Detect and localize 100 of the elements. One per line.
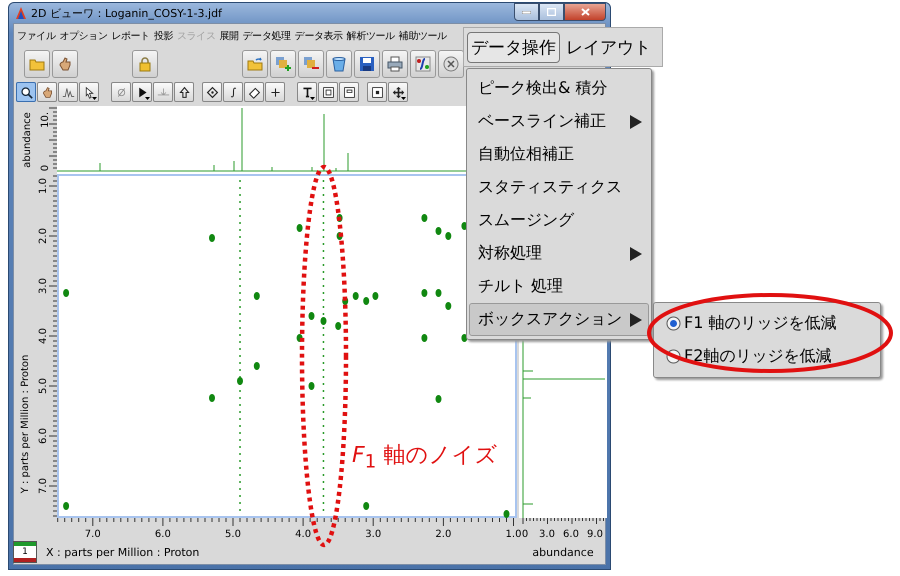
tool-button[interactable] bbox=[174, 82, 194, 102]
toolbar-button[interactable] bbox=[410, 50, 436, 78]
y-axis-label: abundance bbox=[22, 112, 33, 168]
tick-label: 5.0 bbox=[225, 529, 241, 540]
hand-icon bbox=[40, 86, 54, 98]
tick-label: 3.0 bbox=[365, 529, 382, 540]
tool-button[interactable] bbox=[367, 82, 387, 102]
tick-label: 4.0 bbox=[38, 328, 49, 344]
tool-button[interactable] bbox=[265, 82, 285, 102]
peak-icon bbox=[62, 86, 74, 98]
tick-label: 2.0 bbox=[435, 529, 452, 540]
tool-button[interactable] bbox=[132, 82, 152, 102]
folder-arrow-icon bbox=[247, 56, 263, 72]
script-icon bbox=[415, 56, 431, 72]
tick-label: 2.0 bbox=[38, 228, 49, 244]
eraser-icon bbox=[248, 86, 260, 98]
tick-label: 10. bbox=[40, 112, 51, 128]
save-icon bbox=[359, 56, 375, 72]
window-title: 2D ビューワ：Loganin_COSY-1-3.jdf bbox=[31, 6, 222, 20]
tick-label: 0 bbox=[522, 529, 528, 540]
tool-button[interactable] bbox=[58, 82, 78, 102]
toolbar-button[interactable] bbox=[382, 50, 408, 78]
y-axis-label: Y : parts per Million : Proton bbox=[20, 354, 31, 494]
zoom-icon bbox=[20, 86, 32, 98]
menu-item[interactable]: レポート bbox=[111, 29, 150, 43]
bucket-icon bbox=[331, 56, 347, 72]
move-icon bbox=[392, 86, 404, 98]
tool-button[interactable] bbox=[388, 82, 408, 102]
menu-item[interactable]: データ操作 bbox=[467, 32, 560, 62]
close-button[interactable] bbox=[564, 3, 606, 21]
radio-menu-item[interactable]: F1 軸のリッジを低減 bbox=[658, 307, 876, 340]
lock-icon bbox=[137, 56, 153, 72]
tick-label: 3.0 bbox=[539, 529, 555, 540]
caret-icon bbox=[92, 97, 97, 100]
menu-item[interactable]: 解析ツール bbox=[346, 29, 395, 43]
toolbar-button[interactable] bbox=[438, 50, 464, 78]
plus-icon bbox=[268, 86, 282, 98]
tick-label: 7.0 bbox=[38, 478, 49, 494]
tool-button[interactable] bbox=[244, 82, 264, 102]
menu-item[interactable]: 補助ツール bbox=[398, 29, 447, 43]
menu-item[interactable]: 自動位相補正 bbox=[469, 138, 649, 171]
annotation-text: F$_{1}$ 軸のノイズ bbox=[352, 442, 498, 472]
tool-button[interactable] bbox=[339, 82, 359, 102]
tick-label: 9.0 bbox=[587, 529, 603, 540]
layers-minus-icon bbox=[303, 56, 319, 72]
x-axis-label: X : parts per Million : Proton bbox=[46, 546, 200, 558]
up-arrow-icon bbox=[178, 86, 190, 98]
text-tool-icon bbox=[300, 86, 314, 98]
menu-item[interactable]: 展開 bbox=[219, 29, 239, 43]
hand-icon bbox=[57, 56, 73, 72]
menu-item[interactable]: ファイル bbox=[17, 29, 56, 43]
menu-item[interactable]: データ処理 bbox=[242, 29, 291, 43]
menu-item[interactable]: レイアウト bbox=[562, 32, 655, 62]
x-axis-label: abundance bbox=[532, 546, 594, 558]
maximize-icon bbox=[547, 8, 556, 16]
menu-item[interactable]: ベースライン補正 bbox=[469, 105, 649, 138]
tick-label: 0 bbox=[40, 164, 51, 172]
tick-label: 6.0 bbox=[38, 428, 49, 444]
tick-label: 6.0 bbox=[154, 529, 171, 540]
circle-x-icon bbox=[443, 56, 459, 72]
page-indicator[interactable]: 1 bbox=[14, 542, 36, 562]
tick-label: 3.0 bbox=[38, 278, 49, 294]
tool-button[interactable] bbox=[79, 82, 99, 102]
toolbar-button[interactable] bbox=[326, 50, 352, 78]
toolbar-button[interactable] bbox=[354, 50, 380, 78]
menu-item[interactable]: スタティスティクス bbox=[469, 171, 649, 204]
tool-button[interactable] bbox=[16, 82, 36, 102]
menu-item[interactable]: オプション bbox=[59, 29, 108, 43]
maximize-button[interactable] bbox=[539, 3, 564, 21]
printer-icon bbox=[387, 56, 403, 72]
menu-item[interactable]: データ表示 bbox=[294, 29, 343, 43]
baseline-icon bbox=[156, 86, 170, 98]
submenu-arrow-icon bbox=[630, 312, 642, 326]
close-icon bbox=[580, 8, 590, 16]
tick-label: 5.0 bbox=[38, 378, 49, 394]
tool-button[interactable] bbox=[202, 82, 222, 102]
tool-button[interactable] bbox=[223, 82, 243, 102]
caret-icon bbox=[310, 97, 315, 100]
tick-label: 1.0 bbox=[506, 529, 522, 540]
tick-label: 1.0 bbox=[38, 178, 49, 194]
tool-button[interactable] bbox=[37, 82, 57, 102]
toolbar-button[interactable] bbox=[52, 50, 78, 78]
menu-item[interactable]: ボックスアクション bbox=[469, 303, 649, 336]
submenu-arrow-icon bbox=[630, 114, 642, 128]
menu-item[interactable]: チルト 処理 bbox=[469, 270, 649, 303]
menu-item[interactable]: 対称処理 bbox=[469, 237, 649, 270]
tick-label: 7.0 bbox=[84, 529, 101, 540]
diamond-icon bbox=[206, 86, 218, 98]
menu-item[interactable]: スムージング bbox=[469, 204, 649, 237]
menu-item[interactable]: ピーク検出& 積分 bbox=[469, 72, 649, 105]
tool-button[interactable] bbox=[318, 82, 338, 102]
tool-button[interactable] bbox=[297, 82, 317, 102]
minimize-button[interactable] bbox=[514, 3, 539, 21]
caret-icon bbox=[401, 97, 406, 100]
submenu-arrow-icon bbox=[630, 246, 642, 260]
radio-button[interactable] bbox=[666, 316, 681, 331]
menu-item[interactable]: 投影 bbox=[154, 29, 174, 43]
layers-plus-icon bbox=[275, 56, 291, 72]
minimize-icon bbox=[522, 10, 531, 14]
panel-corner-icon bbox=[342, 86, 356, 98]
